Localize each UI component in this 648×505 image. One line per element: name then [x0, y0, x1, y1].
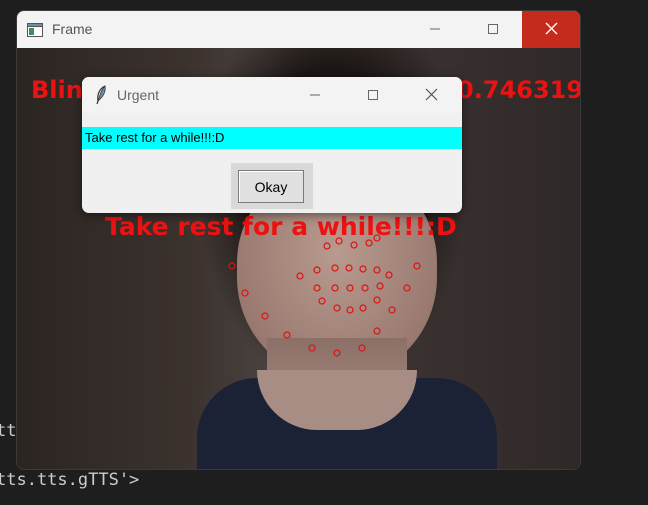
dialog-message: Take rest for a while!!!:D — [82, 127, 462, 149]
terminal-line: tt — [0, 421, 17, 441]
maximize-button[interactable] — [464, 11, 522, 48]
dialog-titlebar[interactable]: Urgent — [82, 77, 462, 113]
maximize-icon — [367, 86, 379, 105]
dialog-close-button[interactable] — [402, 77, 460, 113]
minimize-button[interactable] — [406, 11, 464, 48]
okay-button[interactable]: Okay — [238, 170, 304, 203]
close-icon — [545, 20, 558, 39]
tk-window-icon — [27, 22, 43, 41]
feather-icon — [95, 85, 107, 109]
minimize-icon — [309, 86, 321, 105]
maximize-icon — [487, 20, 499, 39]
minimize-icon — [429, 20, 441, 39]
frame-titlebar[interactable]: Frame — [17, 11, 580, 48]
terminal-line: tts.tts.gTTS'> — [0, 470, 140, 490]
window-title: Frame — [52, 21, 93, 37]
dialog-title: Urgent — [117, 87, 160, 103]
dialog-minimize-button[interactable] — [286, 77, 344, 113]
close-icon — [425, 86, 438, 105]
dialog-maximize-button[interactable] — [344, 77, 402, 113]
rest-warning-overlay: Take rest for a while!!!:D — [105, 212, 457, 241]
urgent-dialog: Urgent Take rest for a while!!!:D Okay — [82, 77, 462, 213]
close-button[interactable] — [522, 11, 580, 48]
ok-button-frame: Okay — [231, 163, 313, 209]
